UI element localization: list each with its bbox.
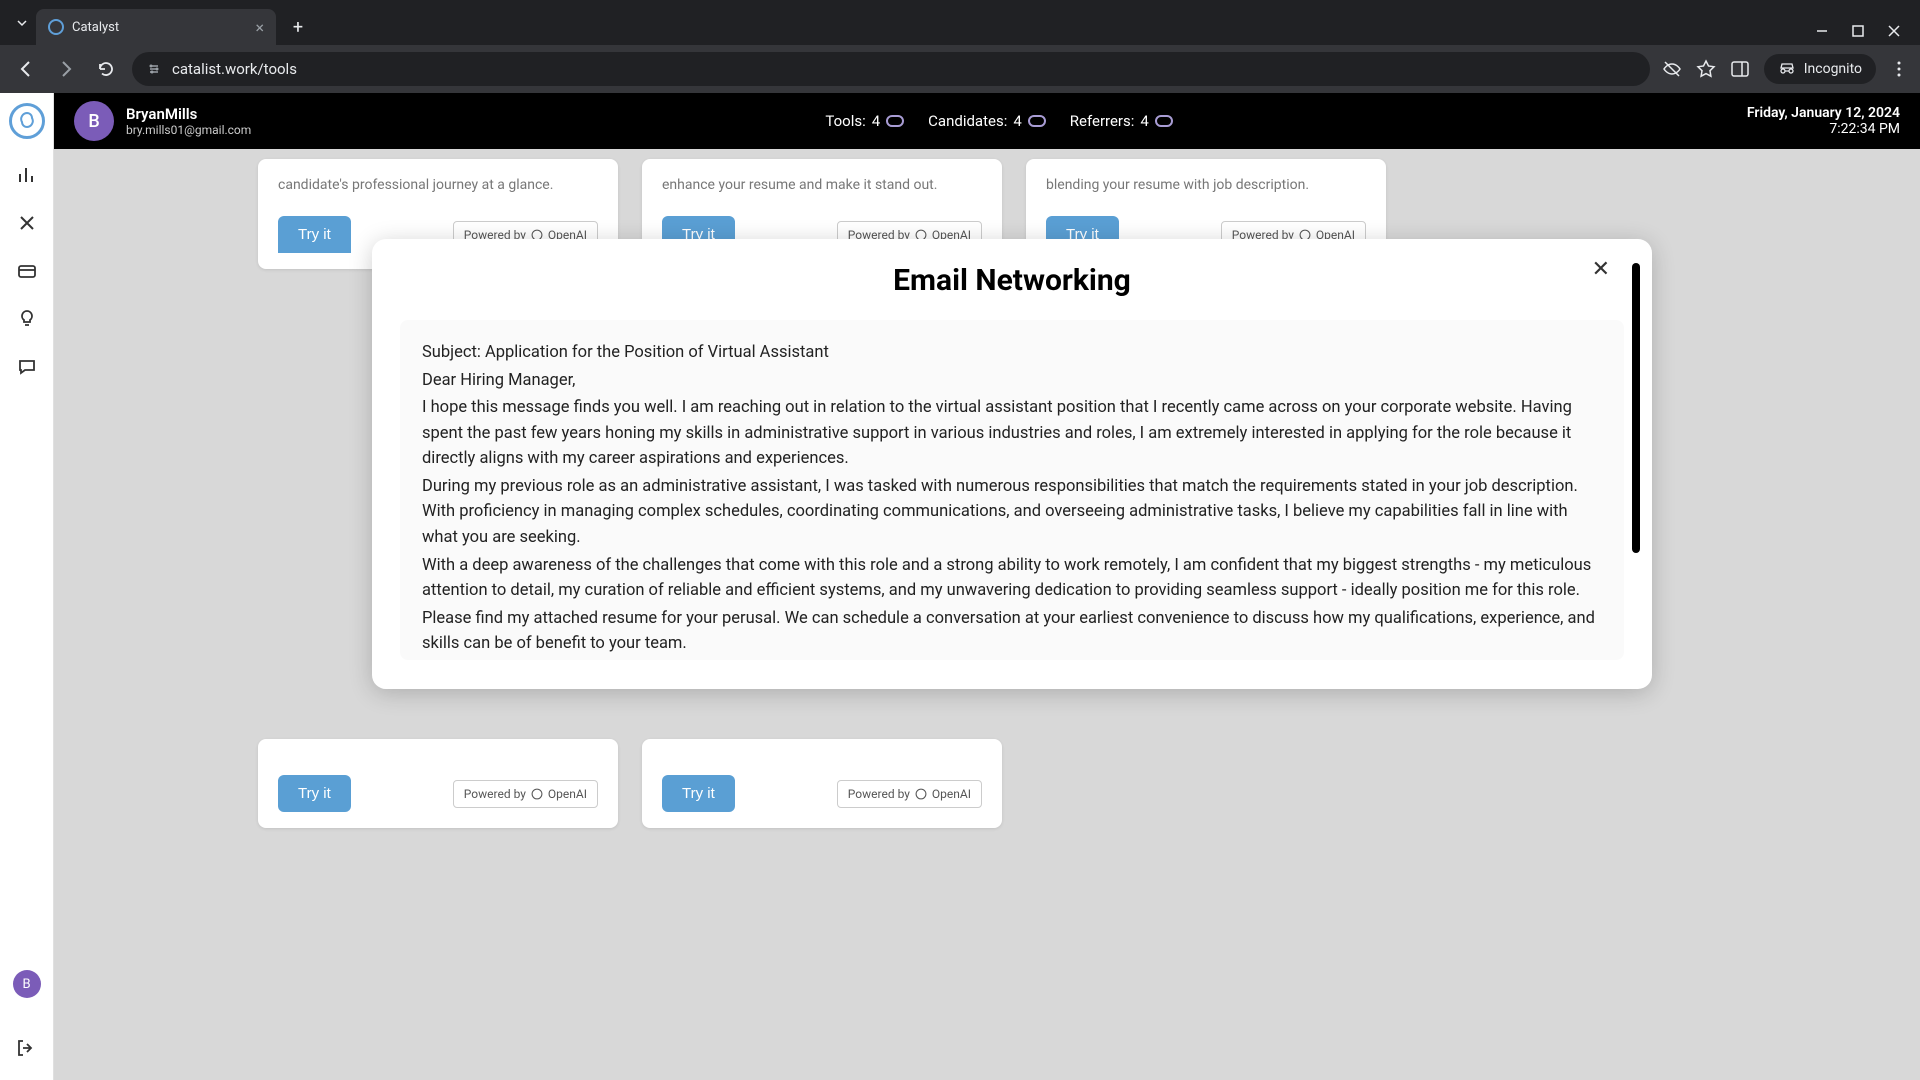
tools-icon[interactable] xyxy=(15,211,39,235)
site-settings-icon[interactable] xyxy=(146,61,162,77)
email-paragraph: With a deep awareness of the challenges … xyxy=(422,553,1602,604)
tab-search-dropdown[interactable] xyxy=(8,9,36,37)
app-logo[interactable] xyxy=(9,103,45,139)
wallet-icon[interactable] xyxy=(15,259,39,283)
avatar: B xyxy=(74,101,114,141)
address-bar[interactable]: catalist.work/tools xyxy=(132,52,1650,86)
maximize-icon[interactable] xyxy=(1852,25,1864,37)
side-panel-icon[interactable] xyxy=(1730,59,1750,79)
window-controls xyxy=(1816,25,1912,37)
modal-body[interactable]: Subject: Application for the Position of… xyxy=(400,320,1624,660)
stat-referrers: Referrers: 4 xyxy=(1070,112,1173,130)
tab-title: Catalyst xyxy=(72,20,247,35)
stat-pill-icon xyxy=(1028,115,1046,127)
tab-favicon xyxy=(48,19,64,35)
eye-off-icon[interactable] xyxy=(1662,59,1682,79)
url-text: catalist.work/tools xyxy=(172,60,297,78)
reload-button[interactable] xyxy=(92,55,120,83)
minimize-icon[interactable] xyxy=(1816,25,1828,37)
modal-scrollbar[interactable] xyxy=(1632,263,1640,553)
close-window-icon[interactable] xyxy=(1888,25,1900,37)
email-networking-modal: ✕ Email Networking Subject: Application … xyxy=(372,239,1652,689)
date: Friday, January 12, 2024 xyxy=(1747,105,1900,121)
tab-close-icon[interactable]: × xyxy=(255,18,264,37)
email-paragraph: Please find my attached resume for your … xyxy=(422,606,1602,657)
datetime: Friday, January 12, 2024 7:22:34 PM xyxy=(1747,105,1900,137)
app-top-bar: B BryanMills bry.mills01@gmail.com Tools… xyxy=(54,93,1920,149)
rail-avatar[interactable]: B xyxy=(13,970,41,998)
left-rail: B xyxy=(0,93,54,1080)
user-email: bry.mills01@gmail.com xyxy=(126,123,251,137)
modal-close-button[interactable]: ✕ xyxy=(1592,257,1610,282)
browser-tab-strip: Catalyst × + xyxy=(0,0,1920,45)
email-greeting: Dear Hiring Manager, xyxy=(422,368,1602,394)
modal-title: Email Networking xyxy=(400,263,1624,298)
time: 7:22:34 PM xyxy=(1747,121,1900,137)
idea-icon[interactable] xyxy=(15,307,39,331)
content-area: candidate's professional journey at a gl… xyxy=(54,149,1920,1080)
email-subject: Subject: Application for the Position of… xyxy=(422,340,1602,366)
modal-backdrop: ✕ Email Networking Subject: Application … xyxy=(54,149,1920,1080)
forward-button[interactable] xyxy=(52,55,80,83)
bookmark-star-icon[interactable] xyxy=(1696,59,1716,79)
incognito-label: Incognito xyxy=(1804,61,1862,77)
email-paragraph: I hope this message finds you well. I am… xyxy=(422,395,1602,472)
logout-icon[interactable] xyxy=(15,1038,39,1062)
user-name: BryanMills xyxy=(126,105,251,123)
menu-icon[interactable] xyxy=(1890,60,1908,78)
stat-pill-icon xyxy=(886,115,904,127)
stat-tools: Tools: 4 xyxy=(825,112,904,130)
browser-toolbar: catalist.work/tools Incognito xyxy=(0,45,1920,93)
stat-pill-icon xyxy=(1155,115,1173,127)
analytics-icon[interactable] xyxy=(15,163,39,187)
stat-candidates: Candidates: 4 xyxy=(928,112,1046,130)
email-paragraph: During my previous role as an administra… xyxy=(422,474,1602,551)
browser-tab[interactable]: Catalyst × xyxy=(36,9,276,45)
new-tab-button[interactable]: + xyxy=(284,13,312,41)
user-block[interactable]: B BryanMills bry.mills01@gmail.com xyxy=(74,101,251,141)
incognito-icon xyxy=(1778,60,1796,78)
back-button[interactable] xyxy=(12,55,40,83)
chat-icon[interactable] xyxy=(15,355,39,379)
stats-bar: Tools: 4 Candidates: 4 Referrers: 4 xyxy=(825,112,1172,130)
incognito-badge[interactable]: Incognito xyxy=(1764,54,1876,84)
